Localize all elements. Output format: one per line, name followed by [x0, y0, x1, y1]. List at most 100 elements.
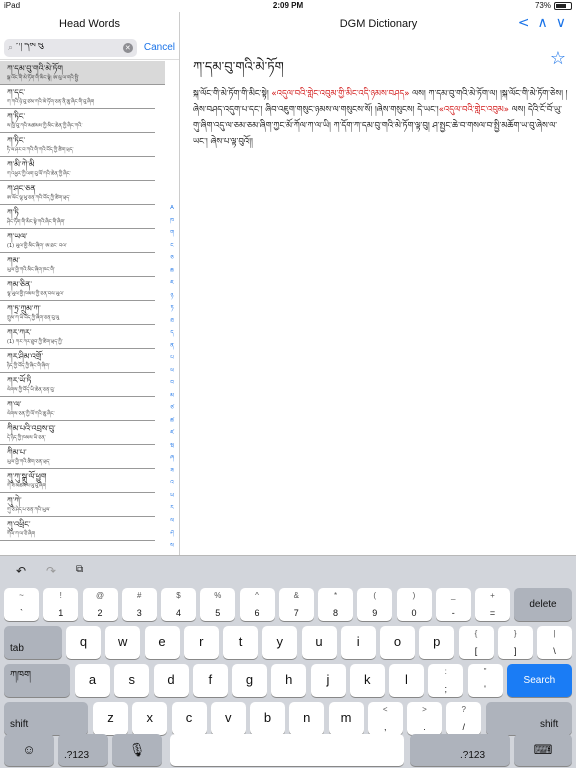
key-w[interactable]: w [105, 626, 141, 659]
index-letter[interactable]: བ [166, 377, 178, 390]
index-letter[interactable]: ཏ [166, 302, 178, 315]
numbers-key-left[interactable]: .?123 [58, 734, 108, 766]
key-comma[interactable]: <, [367, 702, 403, 735]
head-word-row[interactable]: ཀར་ཀར་ (1) ཀར་ཀར་ཐུབ་ཀྱི་ཚིག་ཕྲད་ཀྱི་ [0, 325, 155, 349]
key-m[interactable]: m [328, 702, 364, 735]
head-word-row[interactable]: ཀར་ཡོ་ཏི ལེགས་ཀྱི་བོད་ཡི་ཆེན་ཅན་བུ་ [0, 373, 155, 397]
index-letter[interactable]: ཟ [166, 465, 178, 478]
head-word-row[interactable]: ཀ་མི་ཀེ་མི ཀ་འཕྱར་ཀྱི་ལག་བུ་ལོ་ཀའི་ཆེན་ཀྱ… [0, 157, 155, 181]
tab-key[interactable]: tab [4, 626, 62, 659]
index-letter[interactable]: མ [166, 390, 178, 403]
index-letter[interactable]: ཛ [166, 427, 178, 440]
star-icon[interactable]: ☆ [550, 48, 566, 69]
search-key[interactable]: Search [506, 664, 572, 697]
key-k[interactable]: k [349, 664, 385, 697]
index-letter[interactable]: པ [166, 352, 178, 365]
index-letter[interactable]: ན [166, 340, 178, 353]
key-r[interactable]: r [183, 626, 219, 659]
hide-keyboard-key[interactable]: ⌨ [514, 734, 572, 766]
key-t[interactable]: t [223, 626, 258, 659]
key-n[interactable]: n [289, 702, 325, 735]
redo-icon[interactable]: ↷ [46, 564, 56, 578]
numbers-key-right[interactable]: .?123 [410, 734, 510, 766]
key-5[interactable]: % 5 [200, 588, 236, 621]
key-c[interactable]: c [171, 702, 207, 735]
key-b[interactable]: b [250, 702, 285, 735]
key-slash[interactable]: ? / [446, 702, 482, 735]
index-letter[interactable]: ད [166, 327, 178, 340]
clear-icon[interactable]: ✕ [122, 42, 133, 53]
shift-left-key[interactable]: shift [4, 702, 88, 735]
key-0[interactable]: ) 0 [396, 588, 432, 621]
key-a[interactable]: a [75, 664, 110, 697]
head-word-row[interactable]: ཀ་ཤང་ཅན ཨ་ལོང་ལྷ་ཕུ་ཅན་ཀའི་བོད་ཀྱི་ཚིག་ཕྲ… [0, 181, 155, 205]
key-bracket-open[interactable]: {[ [458, 626, 494, 659]
index-letter[interactable]: ཚ [166, 415, 178, 428]
head-word-row[interactable]: ཀ་ཏིང་ ཏི་ལ་ཤར་བ་ཀའི་གི་ཀའི་བོད་ཀྱི་ཚིག་ཕ… [0, 133, 155, 157]
key-g[interactable]: g [232, 664, 267, 697]
index-letter[interactable]: ཝ [166, 440, 178, 453]
key-8[interactable]: * 8 [318, 588, 353, 621]
key-s[interactable]: s [114, 664, 150, 697]
index-letter[interactable]: ལ [166, 515, 178, 528]
head-word-row[interactable]: ཀ་ཏི ཤིང་ཏོག་གི་མིང་སྟེ་ཀའི་ཞིང་གི་ཞིག་ [0, 205, 155, 229]
key-j[interactable]: j [310, 664, 346, 697]
index-letter[interactable]: ཞ [166, 452, 178, 465]
head-word-row[interactable]: ཀུ་ཀུ་སྒྲུ་ལོ་ཕྱུག ཀེ་ཟི་མཚམས་ལུ་བུ་ཞིག [0, 469, 155, 493]
key-1[interactable]: ! 1 [43, 588, 79, 621]
key-quote[interactable]: " ' [467, 664, 503, 697]
key-e[interactable]: e [144, 626, 180, 659]
key-i[interactable]: i [340, 626, 376, 659]
head-word-row[interactable]: ཀ་ལ་ ལེགས་ཅན་ཀྱི་ལོ་ཀའི་ཆུ་ཞིང་ [0, 397, 155, 421]
index-letter[interactable]: ག [166, 227, 178, 240]
index-letter[interactable]: ཐ [166, 315, 178, 328]
key-7[interactable]: & 7 [278, 588, 314, 621]
index-letter[interactable]: ཆ [166, 265, 178, 278]
index-letter[interactable]: འ [166, 477, 178, 490]
key-f[interactable]: f [192, 664, 228, 697]
index-letter[interactable]: A [166, 202, 178, 215]
head-word-row[interactable]: ཀམ་ཅིན་ ལྷ་ཡུལ་གྱི་ཁམས་ཀྱི་ཅན་བལ་ཡུལ་ [0, 277, 155, 301]
head-word-row[interactable]: ཀུ་ཀེ་ ཀུ་ཅི་ཤེད་པ་ཅན་ཀའི་ཡུལ་ [0, 493, 155, 517]
previous-button[interactable]: ∧ [538, 15, 548, 31]
search-field[interactable]: ⌕ ✕ [4, 38, 137, 57]
key-6[interactable]: ^ 6 [239, 588, 275, 621]
key-o[interactable]: o [380, 626, 415, 659]
undo-icon[interactable]: ↶ [16, 564, 26, 578]
index-letter[interactable]: ས [166, 540, 178, 553]
key-y[interactable]: y [262, 626, 298, 659]
key-x[interactable]: x [132, 702, 168, 735]
key-semicolon[interactable]: :; [428, 664, 464, 697]
head-word-row[interactable]: ཀ་ཏིང་ ས་ཁྱི་བུ་ཀའི་མཚམས་ཀྱི་མིང་ཆེན་ཀྱི་… [0, 109, 155, 133]
head-word-row[interactable]: ཀམ་ ཡུལ་གྱི་ཀའི་མིང་ཞིག་ཁང་གི་ [0, 253, 155, 277]
head-word-row[interactable]: ཀིམ་པ་ ཡུལ་གྱི་ཀའི་ཚིག་ཅན་ཕྲད་ [0, 445, 155, 469]
index-letter[interactable]: ཕ [166, 365, 178, 378]
alphabet-index[interactable]: Aཁགངཅཆཇཉཏཐདནཔཕབམཙཚཛཝཞཟའཡརལཤསཧཨ [166, 202, 178, 555]
key-=[interactable]: + = [475, 588, 510, 621]
index-letter[interactable]: ཡ [166, 490, 178, 503]
head-word-row[interactable]: ཀར་ཤིམ་འགྲོ་ ཉིད་ཀྱི་བོད་ཀྱི་ཞིང་གི་ཞིག་ [0, 349, 155, 373]
head-word-row[interactable]: ཀུ་འཕྲིང་ ཀོལ་ཀ་ལ་ཅི་ཞིག [0, 517, 155, 541]
key-u[interactable]: u [301, 626, 337, 659]
key-9[interactable]: (9 [357, 588, 393, 621]
space-key[interactable] [170, 734, 404, 766]
key-z[interactable]: z [93, 702, 128, 735]
head-word-row[interactable]: ཀ་ཡལ་ (1) ཡུལ་གྱི་མིང་ཞིག་ ཨ་ཐང་ བལ་ [0, 229, 155, 253]
dictation-key[interactable]: 🎙 [112, 734, 162, 766]
key-period[interactable]: >. [407, 702, 442, 735]
key-v[interactable]: v [210, 702, 246, 735]
language-key[interactable]: ཀཁག [4, 664, 70, 697]
key-bracket-close[interactable]: }] [497, 626, 533, 659]
back-button[interactable]: < [518, 15, 530, 31]
key--[interactable]: _ - [435, 588, 471, 621]
index-letter[interactable]: ཉ [166, 290, 178, 303]
head-word-row[interactable]: ཀ་དམ་བུ་གའི་མེ་ཏོག སྐ་ལོང་གི་མེ་ཏོག་གི་མི… [0, 61, 165, 85]
key-backslash[interactable]: | \ [537, 626, 572, 659]
index-letter[interactable]: ར [166, 502, 178, 515]
key-h[interactable]: h [271, 664, 307, 697]
key-4[interactable]: $4 [161, 588, 196, 621]
index-letter[interactable]: ཁ [166, 215, 178, 228]
index-letter[interactable]: ཙ [166, 402, 178, 415]
key-d[interactable]: d [153, 664, 189, 697]
key-q[interactable]: q [66, 626, 101, 659]
